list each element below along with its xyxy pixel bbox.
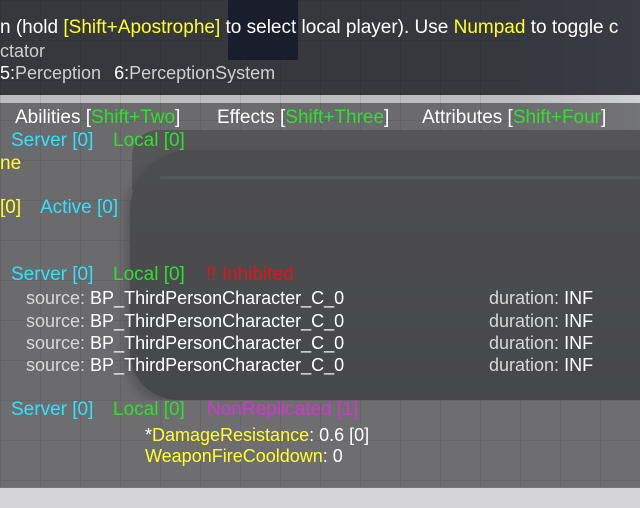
effects-inhibited-label: !! Inhibited [206,264,294,285]
attribute-value: 0 [332,446,343,466]
attribute-marker: * [145,425,153,445]
tab-abilities-label: Abilities [15,107,81,128]
tab-abilities[interactable]: Abilities [Shift+Two] [15,107,180,129]
tab-effects[interactable]: Effects [Shift+Three] [217,107,389,129]
effect-duration-label: duration: [489,288,560,308]
effect-duration-label: duration: [489,333,560,353]
effect-duration-label: duration: [489,355,560,375]
effect-duration-value: INF [564,311,594,331]
tab-attributes-close-bracket: ] [601,107,607,128]
category-6-number: 6: [114,63,130,83]
instructions-prefix: n (hold [0,17,64,38]
effect-duration-value: INF [564,333,594,353]
attribute-separator: : [309,425,320,445]
abilities-local-count: Local [0] [113,130,185,151]
attributes-local-count: Local [0] [113,399,185,420]
effect-duration: duration: INF [489,310,593,332]
effect-source-value: BP_ThirdPersonCharacter_C_0 [90,288,345,308]
effect-row: source: BP_ThirdPersonCharacter_C_0 [26,354,344,376]
effect-duration-value: INF [564,288,594,308]
numpad-key: Numpad [453,17,526,38]
tab-effects-open-bracket: [ [274,107,286,128]
tab-abilities-close-bracket: ] [175,107,181,128]
tab-abilities-key: Shift+Two [91,107,176,128]
category-5-number: 5: [0,63,16,83]
effect-row: source: BP_ThirdPersonCharacter_C_0 [26,310,344,332]
effect-duration: duration: INF [489,332,593,354]
attributes-server-count: Server [0] [11,399,94,420]
effect-source-value: BP_ThirdPersonCharacter_C_0 [90,333,345,353]
abilities-active-count: Active [0] [40,197,119,218]
tab-abilities-open-bracket: [ [80,107,92,128]
attribute-row: *DamageResistance: 0.6 [0] [145,424,369,446]
tab-attributes-key: Shift+Four [512,107,602,128]
category-5[interactable]: 5:Perception [0,63,101,83]
attributes-nonreplicated-count: NonReplicated [1] [207,399,359,420]
attribute-separator: : [322,446,333,466]
mode-line: ctator [0,41,46,61]
effect-source-label: source: [26,333,86,353]
tab-effects-close-bracket: ] [384,107,390,128]
instructions-middle: to select local player). Use [220,17,454,38]
tab-attributes-label: Attributes [422,107,503,128]
instructions-suffix: to toggle c [525,17,619,38]
category-5-name: Perception [15,63,102,83]
effect-source-label: source: [26,288,86,308]
tab-attributes-open-bracket: [ [502,107,513,128]
bottom-floor-strip [0,487,640,508]
effect-duration-value: INF [564,355,594,375]
attribute-value: 0.6 [0] [319,425,370,445]
attribute-name: DamageResistance [152,425,310,445]
effect-source-label: source: [26,311,86,331]
effect-duration: duration: INF [489,354,593,376]
category-list: 5:Perception 6:PerceptionSystem [0,62,275,84]
category-6[interactable]: 6:PerceptionSystem [114,63,275,83]
attribute-name: WeaponFireCooldown [145,446,323,466]
effect-source-label: source: [26,355,86,375]
effect-duration-label: duration: [489,311,560,331]
tab-attributes[interactable]: Attributes [Shift+Four] [422,107,606,129]
effect-source-value: BP_ThirdPersonCharacter_C_0 [90,355,345,375]
effect-row: source: BP_ThirdPersonCharacter_C_0 [26,287,344,309]
select-local-player-key: [Shift+Apostrophe] [63,17,221,38]
effects-local-count: Local [0] [113,264,185,285]
effect-source-value: BP_ThirdPersonCharacter_C_0 [90,311,345,331]
instructions-line: n (hold [Shift+Apostrophe] to select loc… [0,17,618,39]
category-6-name: PerceptionSystem [129,63,276,83]
tab-effects-label: Effects [217,107,275,128]
attribute-row: WeaponFireCooldown: 0 [145,445,343,467]
tab-effects-key: Shift+Three [285,107,385,128]
effect-row: source: BP_ThirdPersonCharacter_C_0 [26,332,344,354]
abilities-name-fragment: ne [0,153,22,174]
effect-duration: duration: INF [489,287,593,309]
abilities-count-fragment: [0] [0,197,22,218]
abilities-server-count: Server [0] [11,130,94,151]
effects-server-count: Server [0] [11,264,94,285]
